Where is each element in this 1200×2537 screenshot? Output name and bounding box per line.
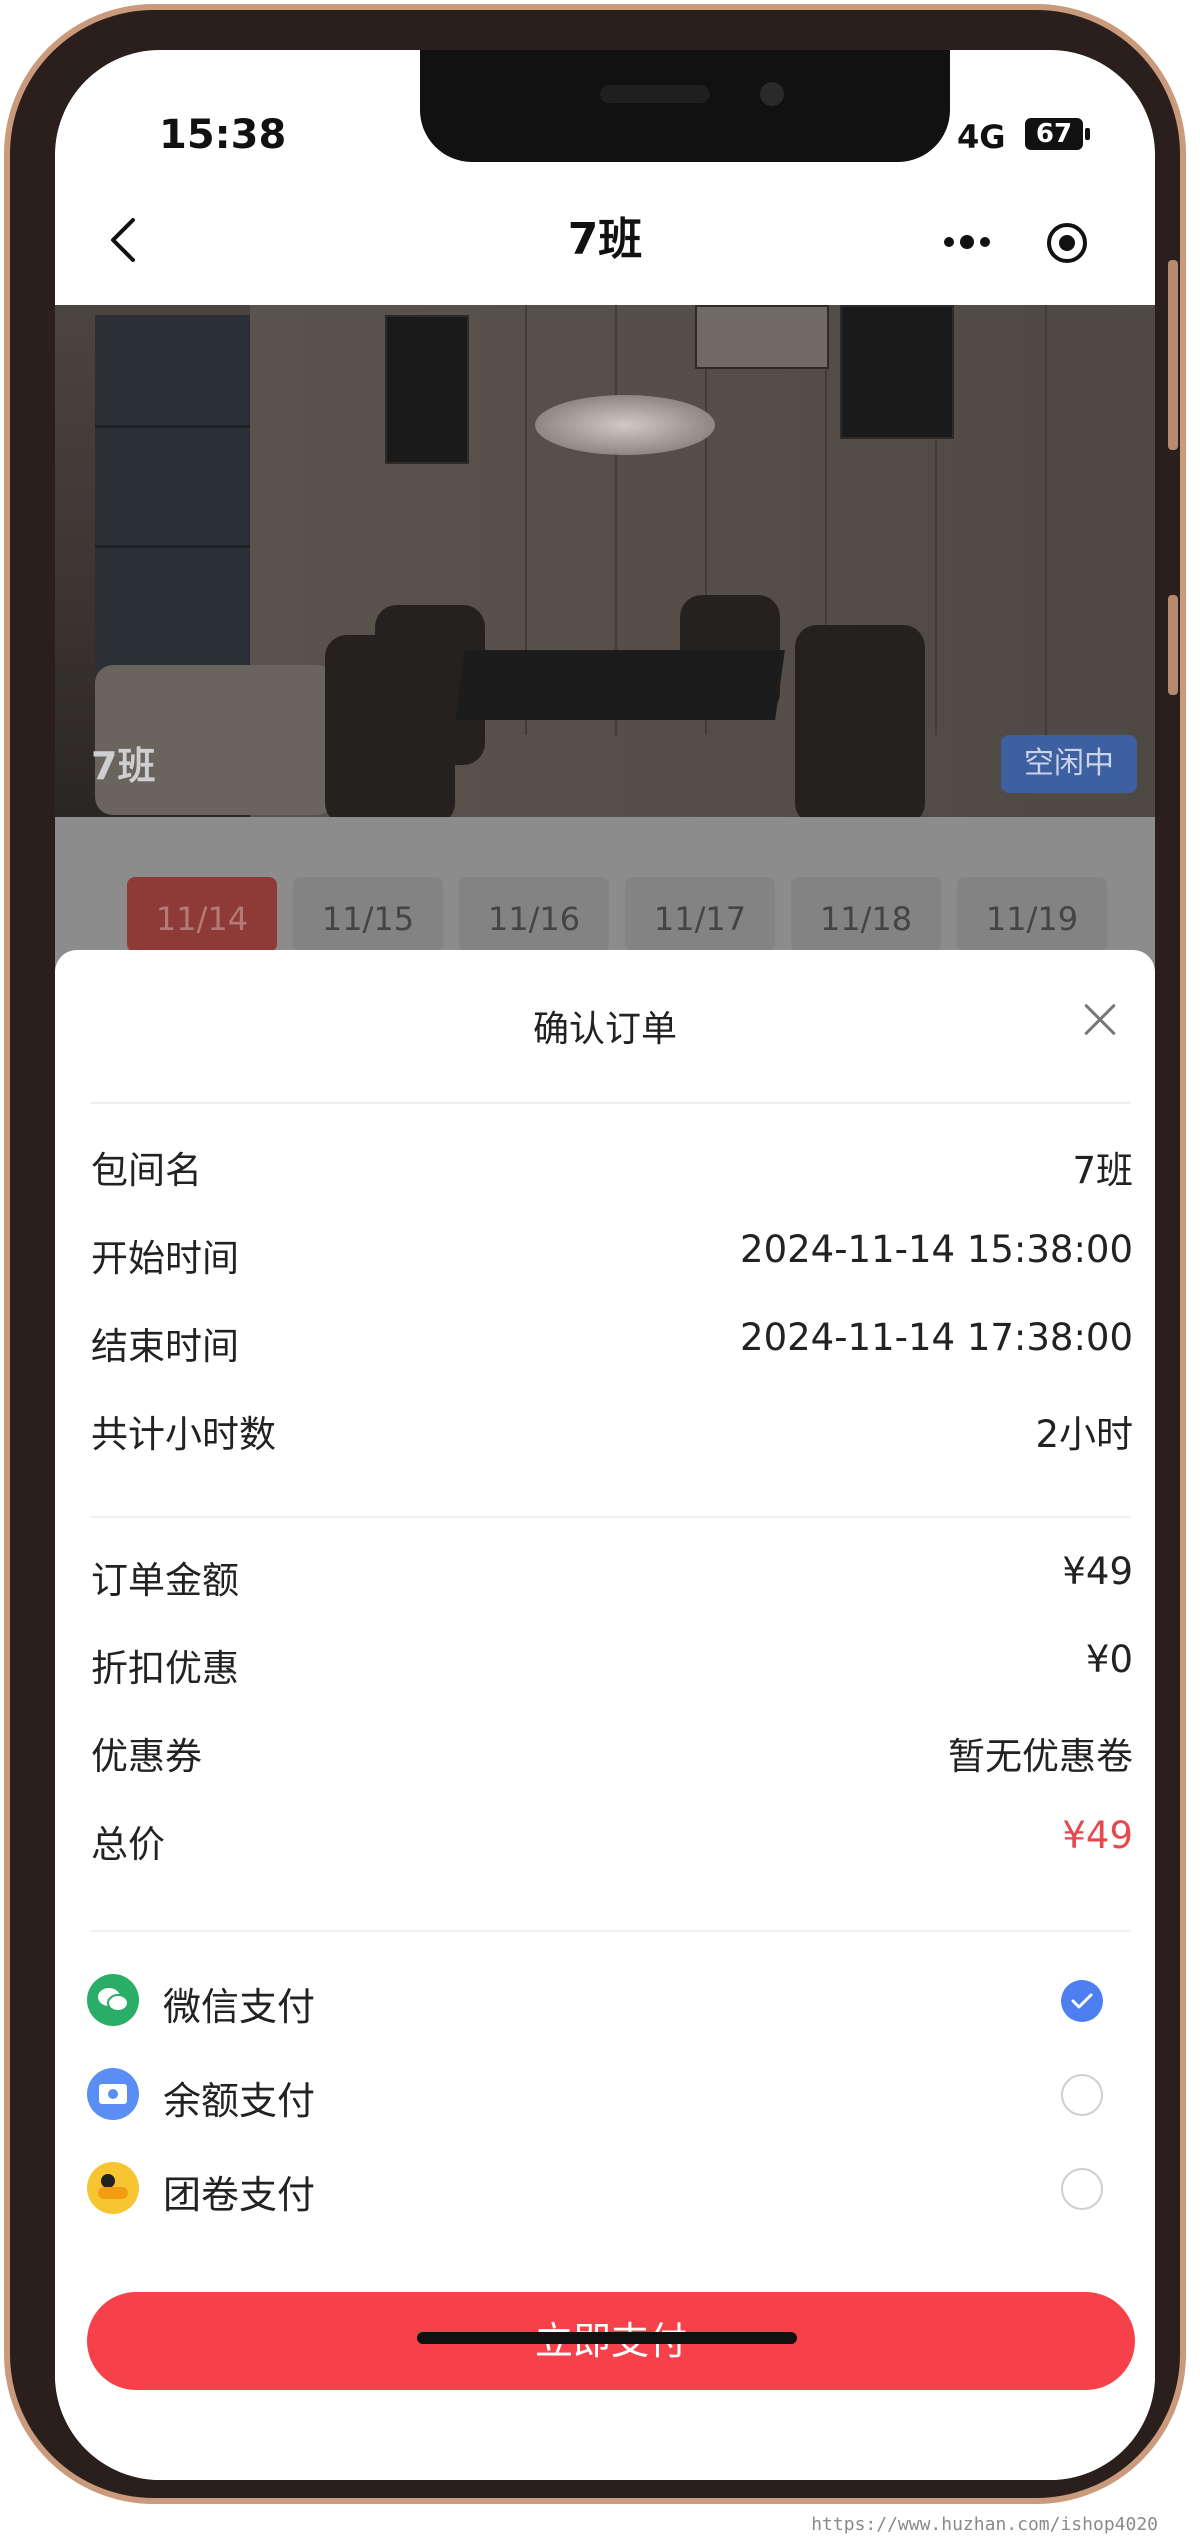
row-value: 2024-11-14 17:38:00 <box>740 1316 1133 1359</box>
ceiling-lamp <box>535 395 715 455</box>
confirm-order-sheet: 确认订单 包间名 7班 开始时间 2024-11-14 15:38:00 结束时… <box>55 950 1155 2480</box>
row-value: 2024-11-14 15:38:00 <box>740 1228 1133 1271</box>
wechat-pay-icon <box>87 1974 139 2026</box>
status-bar: 15:38 4G 67 <box>55 50 1155 170</box>
poster-image <box>385 315 469 464</box>
divider <box>91 1930 1131 1932</box>
row-label: 结束时间 <box>91 1325 239 1368</box>
battery-tip <box>1085 128 1090 140</box>
status-badge: 空闲中 <box>1001 735 1137 793</box>
notch <box>420 50 950 162</box>
front-camera <box>760 82 784 106</box>
meituan-coupon-icon <box>87 2162 139 2214</box>
volume-up-button <box>1168 260 1178 450</box>
battery-icon: 67 <box>1025 118 1083 150</box>
info-row-total: 总价 ¥49 <box>91 1814 1133 1874</box>
radio-unchecked[interactable] <box>1061 2168 1103 2210</box>
chair <box>795 625 925 817</box>
divider <box>91 1516 1131 1518</box>
row-label: 折扣优惠 <box>91 1647 239 1690</box>
row-value: 2小时 <box>1035 1413 1133 1456</box>
signal-icon <box>885 120 932 150</box>
date-tab[interactable]: 11/14 <box>127 877 277 952</box>
sheet-title: 确认订单 <box>532 1009 677 1050</box>
window <box>95 315 250 705</box>
close-icon[interactable] <box>1069 990 1129 1050</box>
info-row-coupon[interactable]: 优惠券 暂无优惠卷 <box>91 1726 1133 1786</box>
row-value: ¥49 <box>1062 1550 1133 1593</box>
room-photo: 7班 空闲中 <box>55 305 1155 817</box>
row-value: ¥0 <box>1085 1638 1133 1681</box>
info-row-start-time: 开始时间 2024-11-14 15:38:00 <box>91 1228 1133 1288</box>
watermark: https://www.huzhan.com/ishop4020 <box>805 2512 1164 2537</box>
power-button <box>1168 595 1178 695</box>
battery-level: 67 <box>1035 119 1073 149</box>
row-value: 7班 <box>1072 1149 1133 1192</box>
mini-program-capsule <box>917 212 1117 274</box>
info-row-discount: 折扣优惠 ¥0 <box>91 1638 1133 1698</box>
more-dots-icon <box>944 235 990 249</box>
date-tab[interactable]: 11/15 <box>293 877 443 952</box>
payment-option-balance[interactable]: 余额支付 <box>87 2056 1119 2136</box>
row-value: 暂无优惠卷 <box>948 1735 1133 1778</box>
earpiece-speaker <box>600 85 710 103</box>
network-type: 4G <box>957 118 1006 156</box>
row-label: 订单金额 <box>91 1559 239 1602</box>
info-row-end-time: 结束时间 2024-11-14 17:38:00 <box>91 1316 1133 1376</box>
row-label: 优惠券 <box>91 1735 202 1778</box>
nav-bar: 7班 <box>55 190 1155 290</box>
home-indicator <box>417 2332 797 2344</box>
close-miniprogram-button[interactable] <box>1017 212 1117 274</box>
date-tab[interactable]: 11/17 <box>625 877 775 952</box>
date-tab[interactable]: 11/18 <box>791 877 941 952</box>
phone-frame: 15:38 4G 67 7班 7班 空闲中 11/14 11/15 11/16 … <box>4 4 1186 2504</box>
row-label: 共计小时数 <box>91 1413 276 1456</box>
radio-unchecked[interactable] <box>1061 2074 1103 2116</box>
row-label: 开始时间 <box>91 1237 239 1280</box>
chevron-left-icon <box>111 218 135 262</box>
row-label: 包间名 <box>91 1149 202 1192</box>
payment-label: 余额支付 <box>163 2079 316 2123</box>
back-button[interactable] <box>93 190 153 290</box>
air-conditioner <box>695 305 829 369</box>
phone-screen: 15:38 4G 67 7班 7班 空闲中 11/14 11/15 11/16 … <box>55 50 1155 2480</box>
date-tab[interactable]: 11/19 <box>957 877 1107 952</box>
payment-label: 团卷支付 <box>163 2173 316 2217</box>
info-row-order-amount: 订单金额 ¥49 <box>91 1550 1133 1610</box>
more-button[interactable] <box>917 212 1017 274</box>
poster-image <box>840 305 954 439</box>
payment-label: 微信支付 <box>163 1985 316 2029</box>
status-time: 15:38 <box>159 112 287 158</box>
payment-option-wechat[interactable]: 微信支付 <box>87 1962 1119 2042</box>
checkmark-icon <box>1071 1993 1093 2009</box>
date-tab[interactable]: 11/16 <box>459 877 609 952</box>
payment-option-coupon[interactable]: 团卷支付 <box>87 2150 1119 2230</box>
balance-pay-icon <box>87 2068 139 2120</box>
info-row-room: 包间名 7班 <box>91 1140 1133 1200</box>
row-label: 总价 <box>91 1823 165 1866</box>
target-icon <box>1047 223 1087 263</box>
radio-checked[interactable] <box>1061 1980 1103 2022</box>
chair <box>325 635 455 817</box>
room-name-overlay: 7班 <box>91 744 156 788</box>
info-row-hours: 共计小时数 2小时 <box>91 1404 1133 1464</box>
mahjong-table <box>455 650 785 720</box>
divider <box>91 1102 1131 1104</box>
total-price: ¥49 <box>1062 1814 1133 1857</box>
